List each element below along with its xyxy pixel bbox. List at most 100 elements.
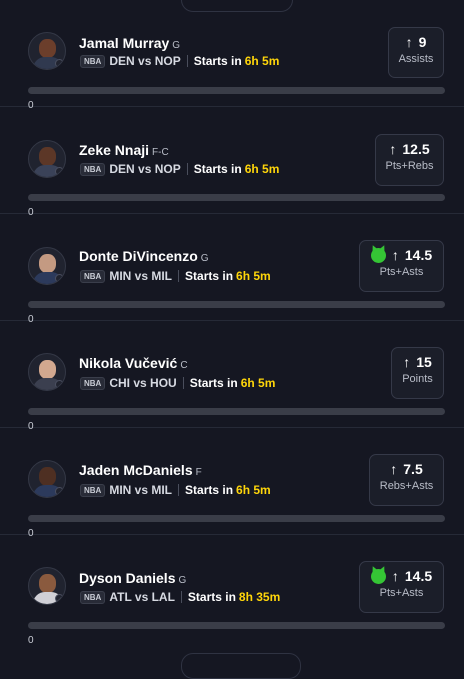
projection-button[interactable]: ↑ 15 Points: [391, 347, 444, 399]
player-prop-list: Jamal Murray G NBA DEN vs NOP Starts in 6…: [0, 0, 464, 659]
game-info: NBA DEN vs NOP Starts in 6h 5m: [80, 162, 279, 176]
player-avatar: [28, 32, 66, 70]
player-position: F-C: [152, 147, 169, 158]
starts-label: Starts in: [193, 54, 242, 68]
league-badge: NBA: [80, 376, 106, 390]
projection-button[interactable]: ↑ 14.5 Pts+Asts: [359, 240, 444, 292]
matchup: ATL vs LAL: [109, 590, 175, 604]
matchup: MIN vs MIL: [109, 483, 173, 497]
progress-bar: [28, 622, 445, 629]
arrow-up-icon: ↑: [403, 354, 411, 370]
player-card[interactable]: Donte DiVincenzo G NBA MIN vs MIL Starts …: [0, 214, 464, 325]
player-name[interactable]: Dyson Daniels G: [79, 570, 186, 586]
player-avatar: [28, 247, 66, 285]
matchup: DEN vs NOP: [109, 162, 181, 176]
team-dot-icon: [55, 167, 64, 176]
arrow-up-icon: ↑: [390, 461, 398, 477]
start-time: 6h 5m: [240, 376, 276, 390]
player-card[interactable]: Nikola Vučević C NBA CHI vs HOU Starts in…: [0, 321, 464, 432]
league-badge: NBA: [80, 483, 106, 497]
avatar-head: [39, 147, 56, 166]
progress-value: 0: [28, 635, 34, 646]
matchup: CHI vs HOU: [109, 376, 177, 390]
team-dot-icon: [55, 594, 64, 603]
start-time: 8h 35m: [238, 590, 281, 604]
player-name[interactable]: Jamal Murray G: [79, 35, 180, 51]
starts-label: Starts in: [187, 590, 236, 604]
progress-bar: [28, 301, 445, 308]
arrow-up-icon: ↑: [389, 141, 397, 157]
projection-button[interactable]: ↑ 12.5 Pts+Rebs: [375, 134, 444, 186]
league-badge: NBA: [80, 54, 106, 68]
stat-type: Points: [402, 373, 433, 385]
arrow-up-icon: ↑: [391, 247, 399, 263]
player-name[interactable]: Donte DiVincenzo G: [79, 248, 209, 264]
player-position: F: [195, 467, 202, 478]
player-avatar: [28, 353, 66, 391]
matchup: DEN vs NOP: [109, 54, 181, 68]
stat-type: Pts+Asts: [379, 587, 424, 599]
starts-label: Starts in: [185, 483, 234, 497]
player-card[interactable]: Jamal Murray G NBA DEN vs NOP Starts in 6…: [0, 0, 464, 111]
player-position: G: [172, 40, 181, 51]
projection-value: ↑ 7.5: [390, 461, 423, 477]
player-card[interactable]: Zeke Nnaji F-C NBA DEN vs NOP Starts in 6…: [0, 107, 464, 218]
league-badge: NBA: [80, 590, 106, 604]
team-dot-icon: [55, 487, 64, 496]
stat-type: Assists: [398, 53, 434, 65]
projection-value: ↑ 14.5: [368, 568, 435, 584]
start-time: 6h 5m: [236, 483, 271, 497]
start-time: 6h 5m: [244, 54, 280, 68]
game-info: NBA MIN vs MIL Starts in 6h 5m: [80, 483, 271, 497]
player-name[interactable]: Zeke Nnaji F-C: [79, 142, 169, 158]
stat-type: Pts+Rebs: [385, 160, 434, 172]
league-badge: NBA: [80, 162, 106, 176]
stat-type: Rebs+Asts: [379, 480, 434, 492]
divider: [186, 163, 188, 175]
player-position: G: [200, 253, 209, 264]
projection-value: ↑ 14.5: [368, 247, 435, 263]
player-avatar: [28, 567, 66, 605]
game-info: NBA ATL vs LAL Starts in 8h 35m: [80, 590, 280, 604]
player-card[interactable]: Dyson Daniels G NBA ATL vs LAL Starts in …: [0, 535, 464, 659]
starts-label: Starts in: [185, 269, 234, 283]
projection-value: ↑ 9: [405, 34, 427, 50]
stat-type: Pts+Asts: [379, 266, 424, 278]
player-avatar: [28, 140, 66, 178]
team-dot-icon: [55, 59, 64, 68]
avatar-head: [39, 39, 56, 58]
progress-bar: [28, 408, 445, 415]
projection-value: ↑ 12.5: [389, 141, 430, 157]
bottom-action-pill[interactable]: [181, 653, 301, 679]
divider: [186, 55, 188, 67]
starts-label: Starts in: [193, 162, 242, 176]
projection-button[interactable]: ↑ 7.5 Rebs+Asts: [369, 454, 444, 506]
player-avatar: [28, 460, 66, 498]
divider: [178, 484, 180, 496]
player-name[interactable]: Nikola Vučević C: [79, 355, 188, 371]
progress-bar: [28, 87, 445, 94]
avatar-head: [39, 254, 56, 273]
team-dot-icon: [55, 380, 64, 389]
projection-button[interactable]: ↑ 9 Assists: [388, 27, 444, 78]
divider: [178, 270, 180, 282]
matchup: MIN vs MIL: [109, 269, 173, 283]
avatar-head: [39, 574, 56, 593]
progress-bar: [28, 194, 445, 201]
player-card[interactable]: Jaden McDaniels F NBA MIN vs MIL Starts i…: [0, 428, 464, 539]
divider: [180, 591, 182, 603]
player-position: G: [178, 575, 187, 586]
arrow-up-icon: ↑: [405, 34, 413, 50]
game-info: NBA CHI vs HOU Starts in 6h 5m: [80, 376, 275, 390]
projection-button[interactable]: ↑ 14.5 Pts+Asts: [359, 561, 444, 613]
arrow-up-icon: ↑: [391, 568, 399, 584]
game-info: NBA MIN vs MIL Starts in 6h 5m: [80, 269, 271, 283]
start-time: 6h 5m: [236, 269, 271, 283]
team-dot-icon: [55, 274, 64, 283]
start-time: 6h 5m: [244, 162, 280, 176]
demon-icon: [370, 568, 386, 584]
starts-label: Starts in: [189, 376, 238, 390]
player-name[interactable]: Jaden McDaniels F: [79, 462, 202, 478]
avatar-head: [39, 360, 56, 379]
avatar-head: [39, 467, 56, 486]
